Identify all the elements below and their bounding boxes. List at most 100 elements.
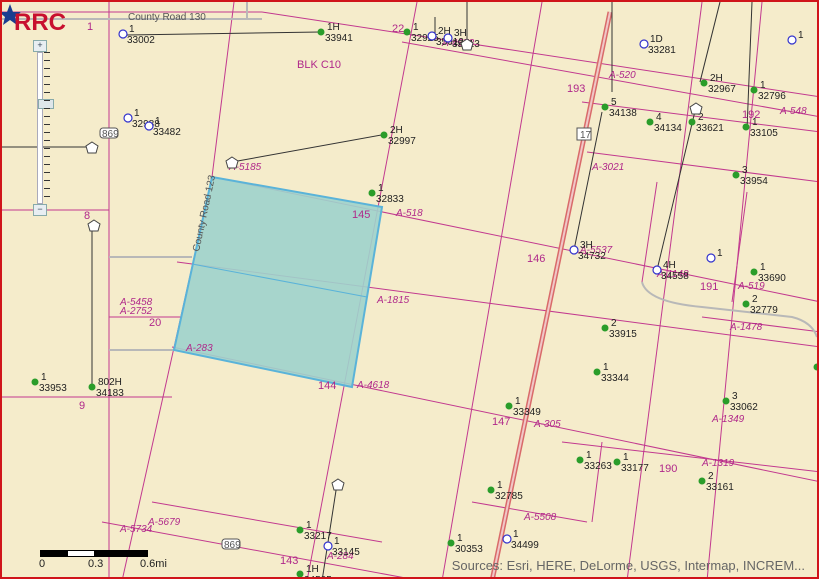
well-marker[interactable] <box>787 35 797 45</box>
svg-text:A-4618: A-4618 <box>356 380 390 391</box>
well-marker[interactable] <box>639 39 649 49</box>
well-marker[interactable] <box>742 300 750 308</box>
well-api-label: 33002 <box>127 35 155 46</box>
map-canvas[interactable]: County Road 130 County Road 123 869 869 … <box>2 2 819 579</box>
zoom-out-button[interactable]: − <box>33 204 47 216</box>
well-number-label: 3 <box>742 165 748 176</box>
well-number-label: 1H <box>306 564 319 575</box>
well-marker[interactable] <box>601 324 609 332</box>
well-marker[interactable] <box>750 86 758 94</box>
well-marker[interactable] <box>601 103 609 111</box>
well-number-label: 2H <box>710 73 723 84</box>
well-marker[interactable] <box>317 28 325 36</box>
well-marker[interactable] <box>427 31 437 41</box>
well-marker[interactable] <box>593 368 601 376</box>
well-marker[interactable] <box>576 456 584 464</box>
well-marker[interactable] <box>700 79 708 87</box>
well-marker[interactable] <box>123 113 133 123</box>
well-marker[interactable] <box>750 268 758 276</box>
well-api-label: 34134 <box>654 123 682 134</box>
well-api-label: 33263 <box>584 461 612 472</box>
well-marker[interactable] <box>652 265 662 275</box>
well-api-label: 32967 <box>708 84 736 95</box>
well-number-label: 1 <box>752 117 758 128</box>
well-number-label: 1 <box>586 450 592 461</box>
well-marker[interactable] <box>646 118 654 126</box>
well-marker[interactable] <box>698 477 706 485</box>
well-number-label: 2 <box>752 294 758 305</box>
svg-text:A-1319: A-1319 <box>701 458 735 469</box>
well-api-label: 33941 <box>325 33 353 44</box>
well-api-label: 33145 <box>332 547 360 558</box>
well-number-label: 1 <box>41 372 47 383</box>
scale-label-0: 0 <box>39 558 46 570</box>
well-marker[interactable] <box>613 458 621 466</box>
well-api-label: 34499 <box>511 540 539 551</box>
survey-lines <box>2 2 817 577</box>
well-api-label: 33349 <box>513 407 541 418</box>
svg-text:A-1815: A-1815 <box>376 295 410 306</box>
well-marker[interactable] <box>403 28 411 36</box>
svg-text:A-3021: A-3021 <box>591 162 624 173</box>
well-marker[interactable] <box>813 363 819 371</box>
well-number-label: 1 <box>497 480 503 491</box>
well-number-label: 1 <box>457 533 463 544</box>
well-marker[interactable] <box>443 33 453 43</box>
well-number-label: 1 <box>378 183 384 194</box>
well-marker[interactable] <box>296 570 304 578</box>
well-api-label: 33281 <box>648 45 676 56</box>
well-marker[interactable] <box>688 118 696 126</box>
well-marker[interactable] <box>447 539 455 547</box>
well-marker[interactable] <box>368 189 376 197</box>
well-api-label: 34138 <box>609 108 637 119</box>
well-marker[interactable] <box>742 123 750 131</box>
map-view[interactable]: County Road 130 County Road 123 869 869 … <box>0 0 819 579</box>
well-number-label: 1 <box>623 452 629 463</box>
well-number-label: 1 <box>603 362 609 373</box>
zoom-in-button[interactable]: + <box>33 40 47 52</box>
svg-text:869: 869 <box>224 540 241 551</box>
well-number-label: 802H <box>98 377 122 388</box>
well-marker[interactable] <box>144 121 154 131</box>
well-api-label: 33621 <box>696 123 724 134</box>
svg-text:RRC: RRC <box>14 9 66 34</box>
well-number-label: 2 <box>708 471 714 482</box>
svg-text:A-283: A-283 <box>185 343 213 354</box>
svg-text:145: 145 <box>352 209 370 221</box>
lateral-endpoints <box>85 38 703 491</box>
well-number-label: 1 <box>155 116 161 127</box>
well-number-label: 1 <box>513 529 519 540</box>
zoom-track[interactable] <box>37 52 54 204</box>
svg-text:8: 8 <box>84 210 90 222</box>
well-api-label: 33690 <box>758 273 786 284</box>
well-marker[interactable] <box>323 541 333 551</box>
well-number-label: 3H <box>580 240 593 251</box>
zoom-control[interactable]: + − <box>32 40 54 216</box>
well-marker[interactable] <box>487 486 495 494</box>
well-number-label: 1 <box>306 520 312 531</box>
well-marker[interactable] <box>569 245 579 255</box>
well-marker[interactable] <box>505 402 513 410</box>
well-number-label: 1H <box>327 22 340 33</box>
svg-text:A-5734: A-5734 <box>119 524 153 535</box>
well-number-label: 4 <box>656 112 662 123</box>
well-api-label: 33217 <box>304 531 332 542</box>
well-api-label: 34505 <box>304 575 332 579</box>
well-marker[interactable] <box>502 534 512 544</box>
well-number-label: 1 <box>413 22 419 33</box>
scale-label-06: 0.6mi <box>140 558 167 570</box>
well-marker[interactable] <box>722 397 730 405</box>
shield-869-b: 869 <box>221 538 241 551</box>
well-marker[interactable] <box>296 526 304 534</box>
well-marker[interactable] <box>118 29 128 39</box>
well-marker[interactable] <box>380 131 388 139</box>
well-marker[interactable] <box>31 378 39 386</box>
well-api-label: 32796 <box>758 91 786 102</box>
svg-text:193: 193 <box>567 83 585 95</box>
well-api-label: 32779 <box>750 305 778 316</box>
well-number-label: 2 <box>611 318 617 329</box>
well-marker[interactable] <box>732 171 740 179</box>
well-marker[interactable] <box>88 383 96 391</box>
svg-text:17: 17 <box>580 130 592 141</box>
well-marker[interactable] <box>706 253 716 263</box>
